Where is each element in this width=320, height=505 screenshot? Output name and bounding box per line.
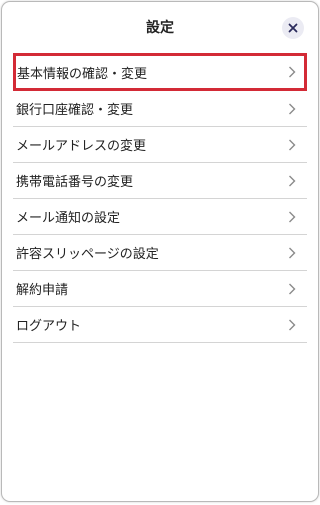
settings-menu: 基本情報の確認・変更 銀行口座確認・変更 メールアドレスの変更 携帯電話番号の変… xyxy=(13,53,307,343)
chevron-right-icon xyxy=(285,246,299,260)
chevron-right-icon xyxy=(285,102,299,116)
menu-item-slippage[interactable]: 許容スリッページの設定 xyxy=(13,235,307,271)
menu-item-label: 銀行口座確認・変更 xyxy=(16,103,134,118)
close-icon xyxy=(288,23,298,33)
menu-item-email-notification[interactable]: メール通知の設定 xyxy=(13,199,307,235)
settings-dialog: 設定 基本情報の確認・変更 銀行口座確認・変更 メールアドレスの変更 携帯電話番… xyxy=(2,2,318,501)
chevron-right-icon xyxy=(285,318,299,332)
chevron-right-icon xyxy=(285,174,299,188)
menu-item-label: 許容スリッページの設定 xyxy=(16,247,159,262)
menu-item-label: ログアウト xyxy=(16,319,82,334)
menu-item-basic-info[interactable]: 基本情報の確認・変更 xyxy=(13,53,307,91)
dialog-title: 設定 xyxy=(146,20,174,36)
menu-item-email-address[interactable]: メールアドレスの変更 xyxy=(13,127,307,163)
menu-item-bank-account[interactable]: 銀行口座確認・変更 xyxy=(13,91,307,127)
close-button[interactable] xyxy=(282,17,304,39)
menu-item-phone-number[interactable]: 携帯電話番号の変更 xyxy=(13,163,307,199)
menu-item-label: メールアドレスの変更 xyxy=(16,139,147,154)
menu-item-logout[interactable]: ログアウト xyxy=(13,307,307,343)
menu-item-cancellation[interactable]: 解約申請 xyxy=(13,271,307,307)
chevron-right-icon xyxy=(285,65,299,79)
chevron-right-icon xyxy=(285,282,299,296)
menu-item-label: 携帯電話番号の変更 xyxy=(16,175,134,190)
menu-item-label: 解約申請 xyxy=(16,283,69,298)
dialog-header: 設定 xyxy=(2,2,318,54)
menu-item-label: 基本情報の確認・変更 xyxy=(17,66,148,82)
chevron-right-icon xyxy=(285,138,299,152)
chevron-right-icon xyxy=(285,210,299,224)
menu-item-label: メール通知の設定 xyxy=(16,211,121,226)
